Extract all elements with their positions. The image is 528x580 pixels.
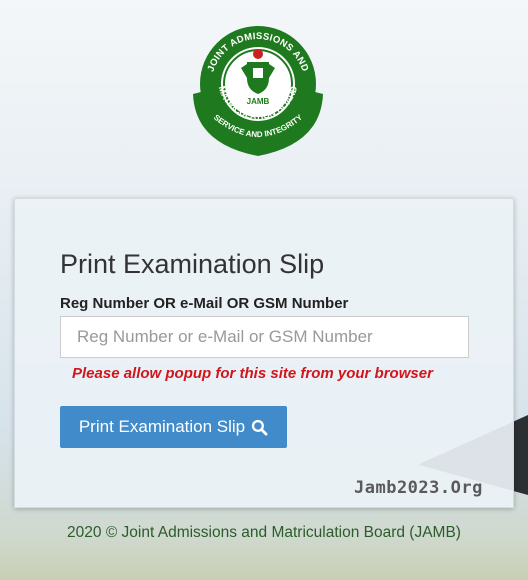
watermark-text: Jamb2023.Org — [354, 478, 483, 498]
logo-center-text: JAMB — [247, 97, 270, 106]
search-icon — [252, 419, 268, 435]
print-examination-slip-button[interactable]: Print Examination Slip — [60, 406, 287, 448]
reg-number-input[interactable] — [60, 316, 469, 358]
print-button-label: Print Examination Slip — [78, 417, 246, 436]
page-title: Print Examination Slip — [60, 249, 325, 279]
footer-copyright: 2020 © Joint Admissions and Matriculatio… — [67, 524, 461, 541]
popup-warning: Please allow popup for this site from yo… — [72, 365, 433, 382]
print-slip-panel: Print Examination Slip Reg Number OR e-M… — [14, 198, 514, 508]
reg-number-label: Reg Number OR e-Mail OR GSM Number — [60, 295, 349, 312]
jamb-logo: JOINT ADMISSIONS AND MATRICULATION BOARD… — [193, 26, 323, 156]
